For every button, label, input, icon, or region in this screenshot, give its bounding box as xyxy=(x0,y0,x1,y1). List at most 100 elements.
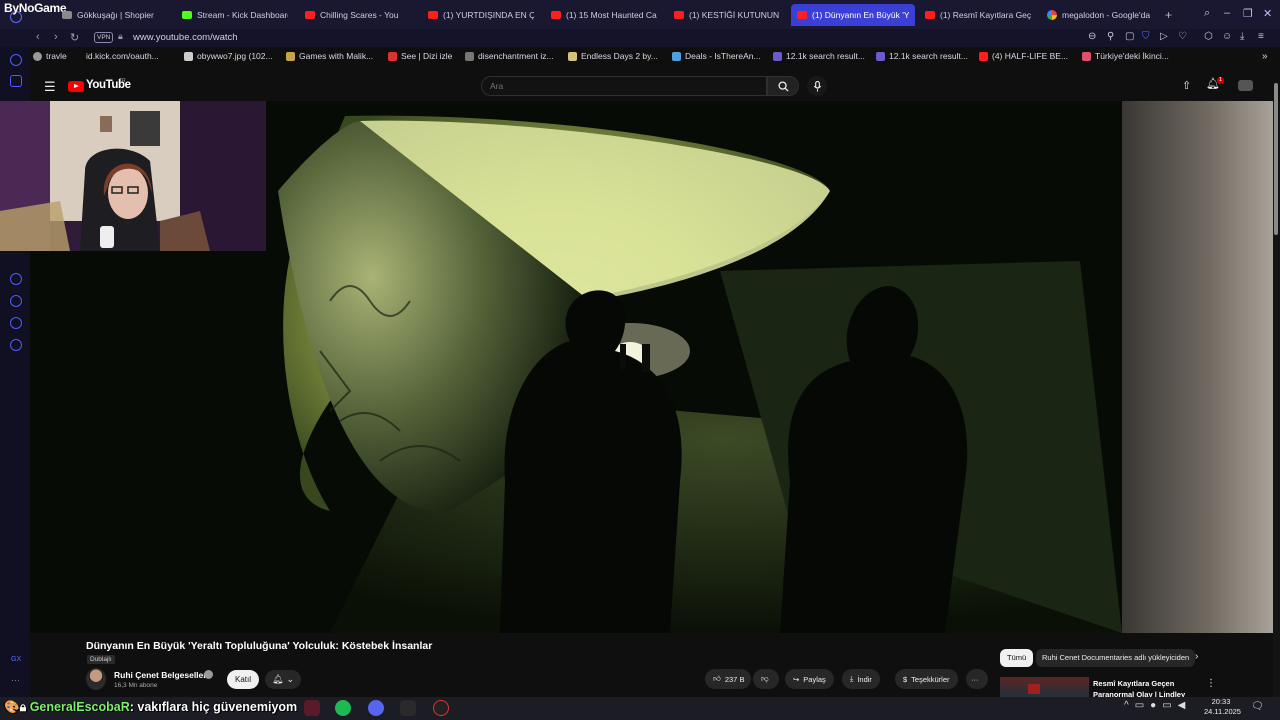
chat-username: GeneralEscobaR xyxy=(29,700,130,714)
history-icon[interactable] xyxy=(10,295,22,307)
settings-icon[interactable] xyxy=(10,339,22,351)
back-icon[interactable]: ‹ xyxy=(36,31,40,43)
extensions-icon[interactable]: ⬡ xyxy=(1204,31,1213,42)
chat-text: : vakıflara hiç güvenemiyom xyxy=(129,700,298,714)
vpn-badge[interactable]: VPN xyxy=(94,32,114,43)
compass-icon xyxy=(33,51,42,61)
tab-haunted-castles[interactable]: (1) 15 Most Haunted Cas xyxy=(545,4,663,26)
zoom-icon[interactable]: ⊖ xyxy=(1088,31,1096,42)
profile-icon[interactable]: ☺ xyxy=(1222,31,1232,42)
tab-yurtdisinda[interactable]: (1) YURTDIŞINDA EN ÇOK xyxy=(422,4,540,26)
tab-shopier[interactable]: Gökkuşağı | Shopier xyxy=(56,4,174,26)
chevron-right-icon[interactable]: › xyxy=(1195,651,1198,662)
menu-icon[interactable]: ≡ xyxy=(1258,31,1264,42)
news-icon xyxy=(1082,51,1091,61)
voice-search-button[interactable] xyxy=(807,76,827,96)
gx-icon[interactable]: GX xyxy=(11,656,21,663)
like-button[interactable]: 👍︎ 237 B xyxy=(705,669,751,689)
tab-kestigi-kutunun[interactable]: (1) KESTİĞİ KUTUNUN İ xyxy=(668,4,786,26)
notification-center-icon[interactable]: 🗨︎ xyxy=(1251,701,1264,712)
kick-icon xyxy=(182,11,192,19)
bookmark-item[interactable]: disenchantment iz... xyxy=(465,51,554,61)
stream-chat-message: 🎨🔒︎ GeneralEscobaR: vakıflara hiç güvene… xyxy=(4,700,297,715)
recommended-more-icon[interactable]: ⋮ xyxy=(1206,678,1216,689)
shield-icon[interactable]: ⛉ xyxy=(1142,31,1150,42)
more-actions-button[interactable]: ··· xyxy=(966,669,988,689)
network-icon[interactable]: ▭ xyxy=(1162,700,1177,711)
search-result-icon xyxy=(876,51,885,61)
opera-gx-icon[interactable] xyxy=(433,700,449,716)
bookmark-item[interactable]: 12.1k search result... xyxy=(876,51,968,61)
new-tab-button[interactable]: + xyxy=(1165,8,1172,22)
search-input[interactable] xyxy=(481,76,767,96)
share-button[interactable]: ↪ Paylaş xyxy=(785,669,834,689)
forward-icon[interactable]: › xyxy=(54,31,58,43)
play-circle-icon[interactable] xyxy=(10,273,22,285)
chip-all[interactable]: Tümü xyxy=(1000,649,1034,667)
chevron-up-icon[interactable]: ^ xyxy=(1124,700,1135,711)
tab-megalodon-google[interactable]: megalodon - Google'da xyxy=(1041,4,1159,26)
taskbar-app-icon[interactable] xyxy=(304,700,320,716)
hamburger-menu-icon[interactable]: ☰ xyxy=(44,79,56,95)
clock-time: 20:33 xyxy=(1211,697,1231,706)
dislike-button[interactable]: 👎︎ xyxy=(753,669,779,689)
tag-icon xyxy=(672,51,681,61)
tab-kick-dashboard[interactable]: Stream - Kick Dashboard xyxy=(176,4,294,26)
tab-chilling-scares[interactable]: Chilling Scares - You xyxy=(299,4,417,26)
account-avatar[interactable] xyxy=(1238,80,1253,91)
close-window-icon[interactable]: ✕ xyxy=(1263,7,1272,20)
bookmark-item[interactable]: obywwo7.jpg (102... xyxy=(184,51,273,61)
screenshot-icon[interactable]: ▢ xyxy=(1125,31,1134,42)
tab-resmi-kayitlar[interactable]: (1) Resmî Kayıtlara Geçe xyxy=(919,4,1037,26)
pin-icon[interactable]: ⚲ xyxy=(1107,31,1114,42)
epic-games-icon[interactable] xyxy=(400,700,416,716)
spotify-icon[interactable] xyxy=(335,700,351,716)
recommended-thumbnail[interactable] xyxy=(1000,677,1089,697)
create-upload-icon[interactable]: ⇧ xyxy=(1182,79,1191,92)
scrollbar-thumb[interactable] xyxy=(1274,83,1278,235)
player-icon[interactable] xyxy=(10,75,22,87)
download-icon[interactable]: ⤓ xyxy=(1240,31,1244,42)
sidebar-more-icon[interactable]: ··· xyxy=(11,675,20,685)
heart-icon[interactable]: ♡ xyxy=(1178,31,1187,42)
maximize-icon[interactable]: ❐ xyxy=(1243,7,1253,20)
taskbar-clock[interactable]: 20:33 24.11.2025 xyxy=(1204,697,1241,717)
chip-from-uploader[interactable]: Ruhi Cenet Documentaries adlı yükleyicid… xyxy=(1036,649,1196,667)
thanks-button[interactable]: $ Teşekkürler xyxy=(895,669,958,689)
download-button[interactable]: ⤓ İndir xyxy=(842,669,880,689)
microphone-tray-icon[interactable]: ● xyxy=(1150,700,1162,711)
youtube-logo-icon[interactable] xyxy=(68,81,84,92)
youtube-icon xyxy=(305,11,315,19)
subscription-bell-button[interactable]: 🔔︎ ⌄ xyxy=(265,670,301,689)
country-code: TR xyxy=(119,78,126,84)
bookmark-item[interactable]: id.kick.com/oauth... xyxy=(82,51,159,61)
system-tray[interactable]: ^▭●▭◀ xyxy=(1124,700,1191,711)
messenger-icon[interactable] xyxy=(10,54,22,66)
bookmark-item[interactable]: (4) HALF-LIFE BE... xyxy=(979,51,1068,61)
join-button[interactable]: Katıl xyxy=(227,670,259,689)
channel-name[interactable]: Ruhi Çenet Belgeselleri xyxy=(114,670,209,680)
volume-icon[interactable]: ◀ xyxy=(1178,700,1192,711)
bookmark-item[interactable]: Endless Days 2 by... xyxy=(568,51,658,61)
bookmark-item[interactable]: Games with Malik... xyxy=(286,51,373,61)
reload-icon[interactable]: ↻ xyxy=(70,31,79,44)
bookmark-item[interactable]: Türkiye'deki İkinci... xyxy=(1082,51,1169,61)
search-tabs-icon[interactable]: ⌕ xyxy=(1204,7,1210,20)
display-icon[interactable]: ▭ xyxy=(1135,700,1150,711)
url-field[interactable]: www.youtube.com/watch xyxy=(133,32,238,43)
play-icon[interactable]: ▷ xyxy=(1160,31,1168,42)
channel-avatar[interactable] xyxy=(86,668,106,690)
bookmark-item[interactable]: Deals - IsThereAn... xyxy=(672,51,761,61)
search-button[interactable] xyxy=(767,76,799,96)
discord-icon[interactable] xyxy=(368,700,384,716)
bookmark-item[interactable]: travle xyxy=(33,51,67,61)
bookmark-item[interactable]: 12.1k search result... xyxy=(773,51,865,61)
tab-active-dunyanin[interactable]: (1) Dünyanın En Büyük 'Y xyxy=(791,4,915,26)
minimize-icon[interactable]: – xyxy=(1224,7,1230,19)
lock-icon[interactable]: 🔒︎ xyxy=(118,31,123,42)
thumbs-up-icon: 👍︎ xyxy=(713,674,721,683)
bookmark-item[interactable]: See | Dizi izle xyxy=(388,51,452,61)
bookmarks-overflow-icon[interactable]: » xyxy=(1262,51,1268,62)
chat-icon[interactable] xyxy=(10,317,22,329)
game-icon xyxy=(286,51,295,61)
